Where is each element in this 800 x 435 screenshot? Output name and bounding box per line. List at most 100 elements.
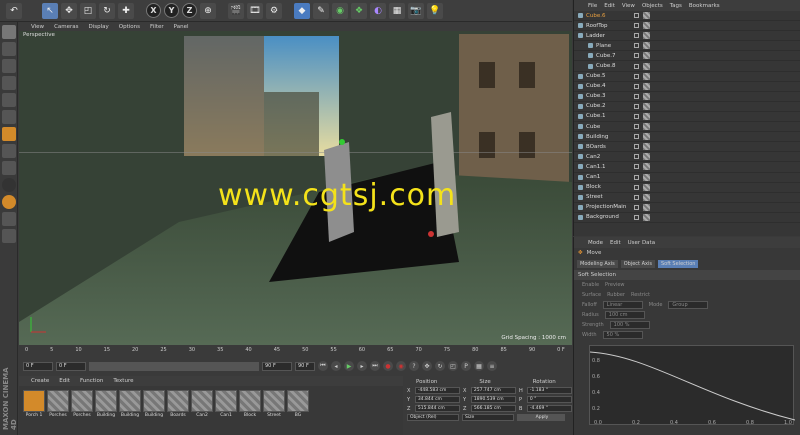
timeline-menu-icon[interactable]: ≡ (487, 361, 497, 371)
texture-mode-icon[interactable] (2, 59, 16, 73)
make-editable-icon[interactable] (2, 25, 16, 39)
visibility-toggle[interactable] (634, 164, 639, 170)
texture-tag-icon[interactable] (643, 22, 650, 30)
model-mode-icon[interactable] (2, 42, 16, 56)
material-item[interactable]: Building (119, 390, 141, 418)
visibility-toggle[interactable] (634, 194, 639, 200)
spline-pen-icon[interactable]: ✎ (313, 2, 329, 19)
camera-icon[interactable]: 📷 (408, 2, 424, 19)
object-row[interactable]: Cube.6 (574, 11, 800, 22)
texture-tag-icon[interactable] (643, 82, 650, 90)
visibility-toggle[interactable] (634, 53, 639, 59)
texture-tag-icon[interactable] (643, 133, 650, 141)
object-row[interactable]: BOards (574, 142, 800, 153)
coordinate-mode-select[interactable]: Object (Rel) (407, 414, 459, 421)
layer-icon[interactable] (2, 229, 16, 243)
material-item[interactable]: Porches (71, 390, 93, 418)
object-row[interactable]: Cube (574, 122, 800, 133)
texture-tag-icon[interactable] (643, 102, 650, 110)
texture-tag-icon[interactable] (643, 52, 650, 60)
position-field[interactable]: -448.583 cm (414, 387, 460, 394)
size-mode-select[interactable]: Size (462, 414, 514, 421)
visibility-toggle[interactable] (634, 73, 639, 79)
texture-tag-icon[interactable] (643, 153, 650, 161)
attribute-value[interactable]: Group (668, 301, 709, 309)
attribute-value[interactable]: 50 % (602, 331, 643, 339)
planar-workplane-icon[interactable] (2, 212, 16, 226)
material-item[interactable]: Can2 (191, 390, 213, 418)
object-row[interactable]: ProjectionMain (574, 203, 800, 213)
apply-button[interactable]: Apply (517, 414, 565, 421)
menu-edit[interactable]: Edit (604, 3, 615, 9)
grid-key-icon[interactable]: ▦ (474, 361, 484, 371)
y-axis-button[interactable]: Y (164, 3, 179, 18)
menu-panel[interactable]: Panel (174, 24, 189, 30)
tweak-icon[interactable] (2, 161, 16, 175)
rotation-field[interactable]: -1.183 ° (526, 387, 572, 394)
cube-icon[interactable]: ◆ (294, 2, 310, 19)
visibility-toggle[interactable] (634, 13, 639, 19)
goto-end-icon[interactable]: ⏭ (370, 361, 380, 371)
object-row[interactable]: Block (574, 183, 800, 193)
menu-filter[interactable]: Filter (150, 24, 164, 30)
menu-options[interactable]: Options (119, 24, 140, 30)
visibility-toggle[interactable] (634, 93, 639, 99)
array-icon[interactable]: ❖ (351, 2, 367, 19)
live-selection-icon[interactable]: ↖ (42, 2, 58, 19)
visibility-toggle[interactable] (634, 154, 639, 160)
object-row[interactable]: Can1 (574, 173, 800, 183)
position-field[interactable]: 34.844 cm (414, 396, 460, 403)
render-view-icon[interactable]: 🎬 (228, 2, 244, 19)
rotation-key-icon[interactable]: ↻ (435, 361, 445, 371)
visibility-toggle[interactable] (634, 63, 639, 69)
object-row[interactable]: Cube.7 (574, 51, 800, 62)
visibility-toggle[interactable] (634, 103, 639, 109)
menu-tags[interactable]: Tags (670, 3, 682, 9)
visibility-toggle[interactable] (634, 204, 639, 210)
falloff-graph[interactable]: 0.0 0.2 0.4 0.6 0.8 1.0 0.8 0.6 0.4 0.2 (589, 345, 796, 426)
tab-soft-selection[interactable]: Soft Selection (657, 260, 699, 268)
object-row[interactable]: Street (574, 193, 800, 203)
axis-mode-icon[interactable] (2, 144, 16, 158)
menu-display[interactable]: Display (89, 24, 109, 30)
menu-user-data[interactable]: User Data (628, 240, 655, 246)
object-row[interactable]: Building (574, 132, 800, 143)
texture-tag-icon[interactable] (643, 42, 650, 50)
snap-icon[interactable] (2, 178, 16, 192)
prev-key-icon[interactable]: ◂ (331, 361, 341, 371)
visibility-toggle[interactable] (634, 124, 639, 130)
start-frame-field[interactable]: 0 F (56, 361, 86, 371)
object-row[interactable]: RoofTop (574, 21, 800, 32)
size-field[interactable]: 257.747 cm (470, 387, 516, 394)
texture-tag-icon[interactable] (643, 193, 650, 201)
texture-tag-icon[interactable] (643, 203, 650, 211)
texture-tag-icon[interactable] (643, 62, 650, 70)
menu-objects[interactable]: Objects (642, 3, 663, 9)
material-item[interactable]: Building (143, 390, 165, 418)
floor-icon[interactable]: ▦ (389, 2, 405, 19)
rotation-field[interactable]: 0 ° (526, 396, 572, 403)
menu-view[interactable]: View (31, 24, 44, 30)
attribute-value[interactable]: 100 cm (604, 311, 645, 319)
visibility-toggle[interactable] (634, 43, 639, 49)
tab-modeling-axis[interactable]: Modeling Axis (577, 260, 618, 268)
size-field[interactable]: 566.185 cm (470, 405, 516, 412)
move-icon[interactable]: ✥ (61, 2, 77, 19)
z-axis-button[interactable]: Z (182, 3, 197, 18)
points-mode-icon[interactable] (2, 93, 16, 107)
object-row[interactable]: Can1.1 (574, 162, 800, 173)
end-frame-field[interactable]: 90 F (262, 361, 292, 371)
visibility-toggle[interactable] (634, 174, 639, 180)
texture-tag-icon[interactable] (643, 32, 650, 40)
object-row[interactable]: Ladder (574, 31, 800, 42)
position-key-icon[interactable]: ✥ (422, 361, 432, 371)
material-item[interactable]: Block (239, 390, 261, 418)
material-item[interactable]: Boards (167, 390, 189, 418)
light-icon[interactable]: 💡 (427, 2, 443, 19)
play-icon[interactable]: ▶ (344, 361, 354, 371)
visibility-toggle[interactable] (634, 214, 639, 220)
object-row[interactable]: Cube.5 (574, 72, 800, 82)
subdivision-icon[interactable]: ◉ (332, 2, 348, 19)
visibility-toggle[interactable] (634, 184, 639, 190)
menu-file[interactable]: File (588, 3, 597, 9)
